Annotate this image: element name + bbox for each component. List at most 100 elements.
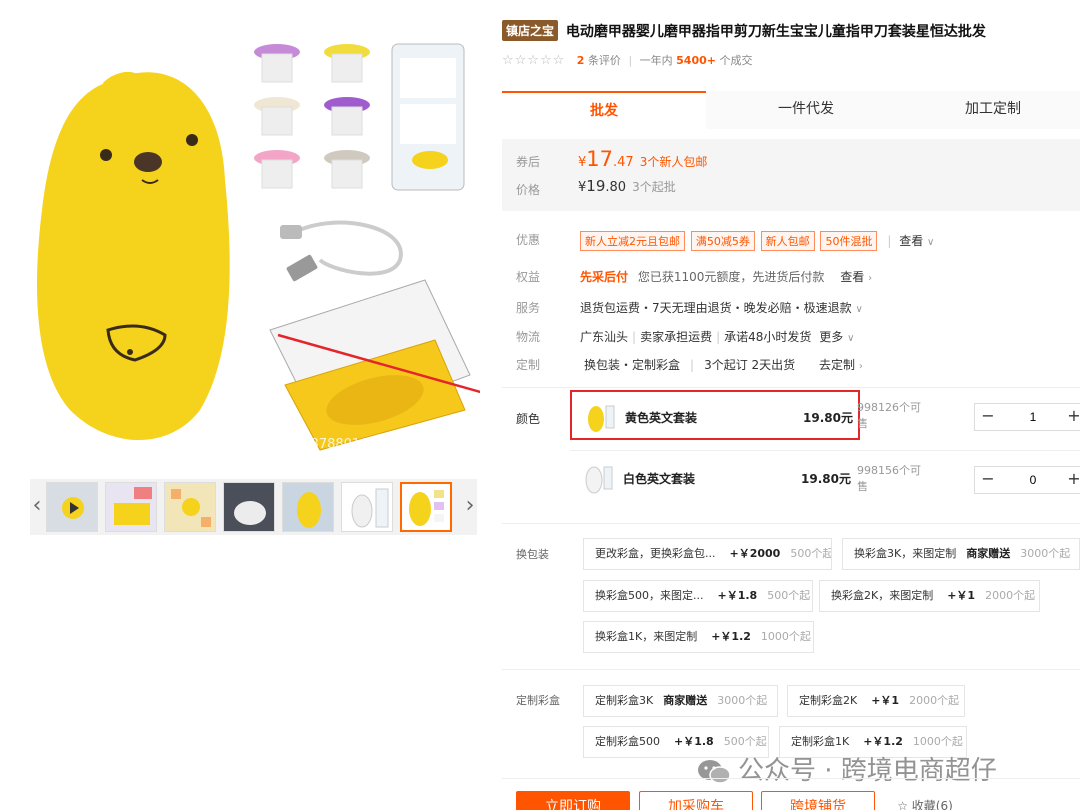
rights-label: 权益 (516, 270, 541, 284)
base-price-int: 19 (586, 177, 606, 195)
custom-box-option[interactable]: 定制彩盒2K +￥1 2000个起 (787, 685, 965, 717)
service-text[interactable]: 退货包运费・7天无理由退货・晚发必赔・极速退款 (580, 301, 852, 315)
plus-button[interactable]: + (1061, 467, 1080, 493)
go-customize-link[interactable]: 去定制 (819, 358, 855, 372)
review-unit: 条评价 (587, 54, 621, 67)
quantity-stepper: − + (974, 466, 1080, 494)
promo-tag[interactable]: 50件混批 (820, 231, 878, 251)
review-count[interactable]: 2 (577, 54, 585, 67)
variant-thumb-white (585, 466, 613, 494)
chevron-down-icon: ∨ (855, 304, 863, 315)
thumbnail[interactable] (282, 482, 334, 532)
repack-option[interactable]: 更改彩盒，更换彩盒包... +￥2000 500个起 (583, 538, 832, 570)
variant-thumb-yellow (588, 405, 615, 432)
minus-button[interactable]: − (975, 467, 1001, 493)
tab-dropship[interactable]: 一件代发 (706, 91, 906, 129)
service-label: 服务 (516, 301, 541, 315)
buy-now-button[interactable]: 立即订购 (516, 791, 630, 810)
custom-box-label: 定制彩盒 (516, 694, 560, 707)
freight-text: 卖家承担运费 (640, 330, 713, 344)
title-row: 镇店之宝 电动磨甲器婴儿磨甲器指甲剪刀新生宝宝儿童指甲刀套装星恒达批发 (502, 20, 1080, 42)
repack-option[interactable]: 换彩盒3K，来图定制 商家赠送 3000个起 (842, 538, 1080, 570)
rating-stars-icon: ☆☆☆☆☆ (502, 53, 566, 68)
rating-row: ☆☆☆☆☆ 2 条评价 | 一年内 5400+ 个成交 (502, 53, 753, 68)
repack-option[interactable]: 换彩盒2K，来图定制 +￥1 2000个起 (819, 580, 1040, 612)
coupon-price-label: 券后 (516, 155, 541, 169)
customize-moq: 3个起订 2天出货 (704, 358, 796, 372)
min-order-note: 3个起批 (632, 180, 676, 194)
color-label: 颜色 (516, 412, 541, 426)
thumbnail[interactable] (223, 482, 275, 532)
ship-promise: 承诺48小时发货 (724, 330, 812, 344)
plus-button[interactable]: + (1061, 404, 1080, 430)
logistics-more-link[interactable]: 更多 (819, 330, 843, 344)
coupon-price-note: 3个新人包邮 (639, 155, 708, 169)
custom-box-option[interactable]: 定制彩盒3K 商家赠送 3000个起 (583, 685, 778, 717)
ship-origin: 广东汕头 (580, 330, 629, 344)
tab-wholesale[interactable]: 批发 (502, 91, 706, 129)
repack-option[interactable]: 换彩盒500，来图定... +￥1.8 500个起 (583, 580, 813, 612)
promo-tag[interactable]: 新人包邮 (760, 231, 815, 251)
minus-button[interactable]: − (975, 404, 1001, 430)
sales-prefix: 一年内 (639, 54, 673, 67)
coupon-price: ¥17.47 3个新人包邮 (578, 147, 708, 171)
purchase-mode-tabs: 批发 一件代发 加工定制 (502, 91, 1080, 129)
thumbnail[interactable] (341, 482, 393, 532)
base-price: ¥19.80 3个起批 (578, 177, 676, 195)
thumbnail-video[interactable] (46, 482, 98, 532)
rights-text: 您已获1100元额度，先进货后付款 (637, 270, 825, 284)
quantity-input[interactable] (1011, 404, 1055, 430)
favorite-label: 收藏(6) (911, 799, 953, 810)
quantity-stepper: − + (974, 403, 1080, 431)
variant-stock: 998156个可售 (857, 464, 921, 493)
variant-name: 黄色英文套装 (625, 411, 698, 425)
variant-box[interactable]: 黄色英文套装 19.80元 (570, 390, 860, 440)
thumbnail[interactable] (164, 482, 216, 532)
thumbnail[interactable] (105, 482, 157, 532)
pay-later-highlight: 先采后付 (580, 270, 629, 284)
variant-name: 白色英文套装 (623, 472, 696, 486)
chevron-down-icon: ∨ (927, 237, 935, 248)
product-title: 电动磨甲器婴儿磨甲器指甲剪刀新生宝宝儿童指甲刀套装星恒达批发 (565, 23, 986, 40)
chevron-right-icon: › (858, 361, 863, 372)
promo-label: 优惠 (516, 233, 541, 247)
cross-border-button[interactable]: 跨境铺货 (761, 791, 875, 810)
thumb-prev-icon[interactable]: ‹ (30, 479, 44, 535)
price-box: 券后 ¥17.47 3个新人包邮 价格 ¥19.80 3个起批 (502, 139, 1080, 211)
image-overlay-text: 688788016 (294, 437, 368, 452)
customize-text: 换包装・定制彩盒 (584, 358, 681, 372)
thumbnail-strip: ‹ › (30, 479, 477, 535)
variant-stock: 998126个可售 (857, 401, 921, 430)
chevron-right-icon: › (868, 273, 873, 284)
sales-unit: 个成交 (719, 54, 753, 67)
coupon-price-dec: .47 (613, 155, 634, 170)
promo-tag[interactable]: 满50减5券 (690, 231, 755, 251)
variant-price: 19.80元 (803, 411, 853, 425)
promo-tag[interactable]: 新人立减2元且包邮 (580, 231, 685, 251)
quantity-input[interactable] (1011, 467, 1055, 493)
logistics-label: 物流 (516, 330, 541, 344)
favorite-button[interactable]: ☆ 收藏(6) (890, 791, 960, 810)
variant-box[interactable]: 白色英文套装 19.80元 (570, 453, 860, 503)
chevron-down-icon: ∨ (847, 333, 855, 344)
thumb-next-icon[interactable]: › (463, 479, 477, 535)
variant-yellow[interactable]: 黄色英文套装 19.80元 998126个可售 − + (570, 390, 1080, 440)
base-price-dec: .80 (605, 180, 627, 195)
promo-view-link[interactable]: 查看 (899, 234, 923, 248)
repack-option[interactable]: 换彩盒1K，来图定制 +￥1.2 1000个起 (583, 621, 814, 653)
customize-label: 定制 (516, 358, 541, 372)
repack-label: 换包装 (516, 548, 549, 561)
coupon-price-int: 17 (586, 147, 614, 171)
variant-price: 19.80元 (801, 472, 851, 486)
thumbnail-active[interactable] (400, 482, 452, 532)
tab-custom-processing[interactable]: 加工定制 (906, 91, 1080, 129)
sales-count: 5400+ (676, 54, 716, 67)
price-label: 价格 (516, 183, 541, 197)
rights-view-link[interactable]: 查看 (840, 270, 864, 284)
action-bar: 立即订购 加采购车 跨境铺货 ☆ 收藏(6) (502, 778, 1080, 810)
add-to-cart-button[interactable]: 加采购车 (639, 791, 753, 810)
shop-badge: 镇店之宝 (502, 20, 559, 41)
variant-white[interactable]: 白色英文套装 19.80元 998156个可售 − + (570, 453, 1080, 503)
main-product-image[interactable]: 688788016 (30, 30, 570, 470)
star-icon: ☆ (897, 799, 908, 810)
